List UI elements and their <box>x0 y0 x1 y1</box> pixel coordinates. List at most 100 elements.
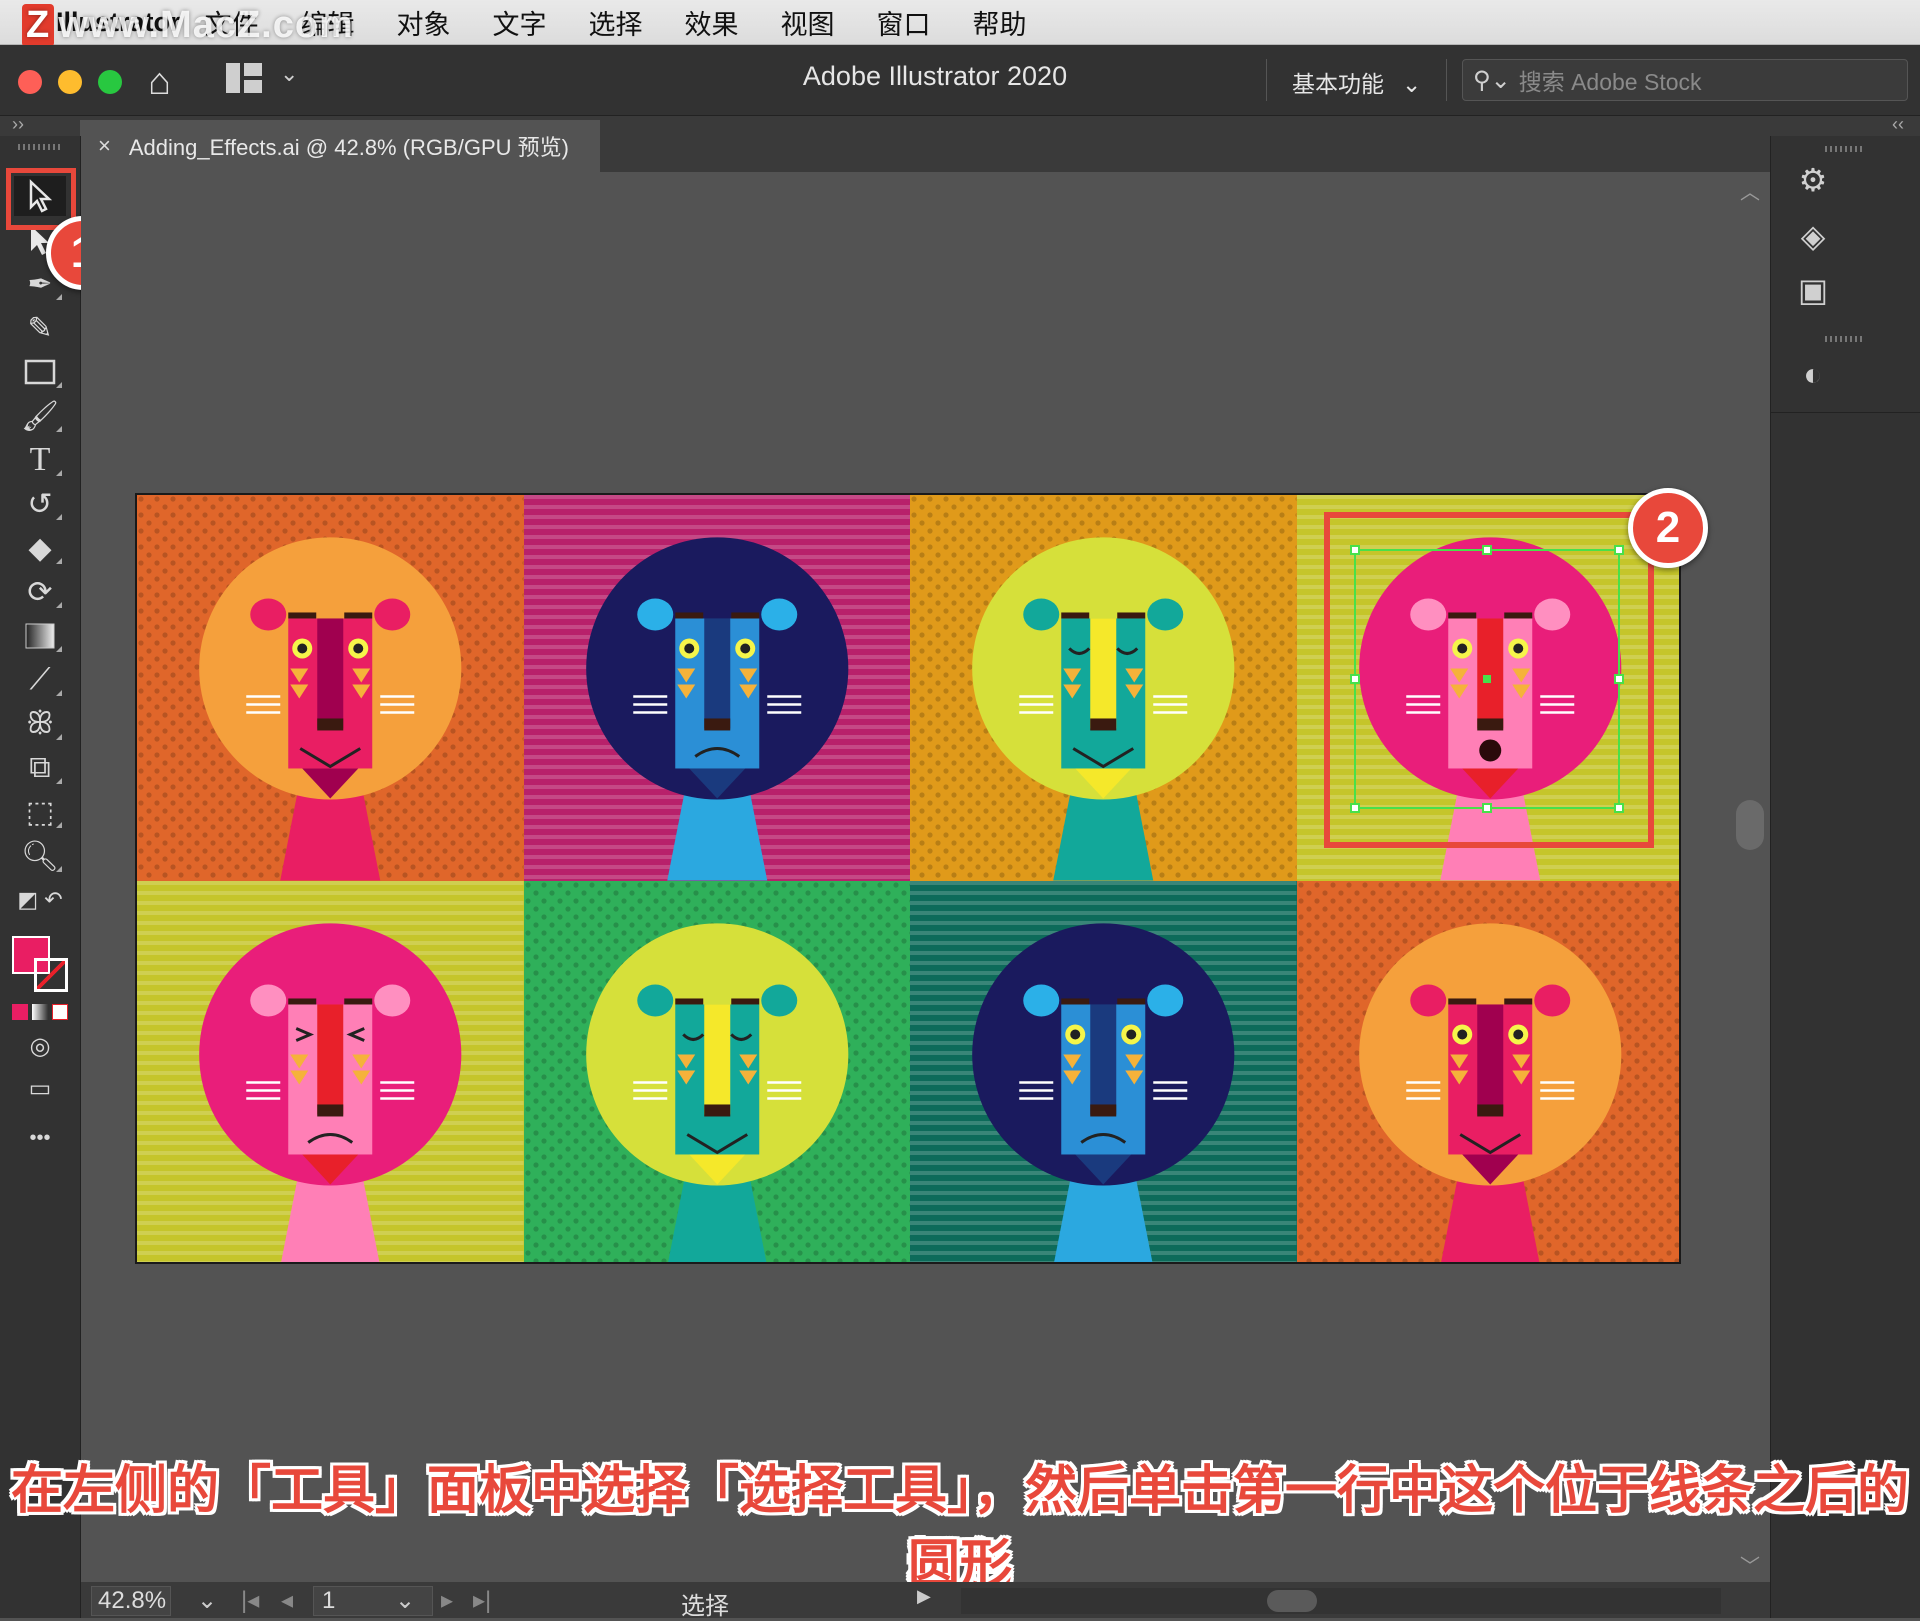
artboard-tool[interactable]: ⬚ <box>14 792 66 832</box>
artboard-icon: ⬚ <box>25 795 55 829</box>
zoom-level-field[interactable]: 42.8% <box>91 1586 171 1616</box>
close-window-button[interactable] <box>18 70 42 94</box>
edit-toolbar-button[interactable]: ••• <box>14 1118 66 1158</box>
expand-toolbar-icon[interactable]: ›› <box>12 114 24 135</box>
swap-fill-stroke[interactable]: ◩ ↶ <box>14 880 66 920</box>
lion-cell[interactable] <box>910 880 1297 1262</box>
fill-stroke-control[interactable] <box>12 936 72 994</box>
horizontal-scrollbar[interactable] <box>961 1588 1721 1614</box>
scroll-thumb[interactable] <box>1736 800 1764 850</box>
symbol-sprayer-icon: ꕥ <box>26 707 54 740</box>
default-colors-icon: ◩ ↶ <box>17 887 63 912</box>
gradient-mode-icon[interactable] <box>32 1004 48 1020</box>
document-tab-title: Adding_Effects.ai @ 42.8% (RGB/GPU 预览) <box>128 135 569 160</box>
type-icon: T <box>29 441 51 478</box>
lion-illustration <box>910 495 1297 881</box>
callout-badge-2: 2 <box>1628 488 1708 568</box>
curvature-tool[interactable]: ✎ <box>14 308 66 348</box>
dock-grip-2[interactable] <box>1825 336 1865 342</box>
workspace-switcher[interactable]: 基本功能 ⌄ <box>1292 65 1421 99</box>
menu-select[interactable]: 选择 <box>589 3 643 42</box>
pen-icon: ✒ <box>27 267 53 301</box>
properties-icon[interactable]: ⚙ <box>1789 160 1837 200</box>
watermark-text: www.MacZ.com <box>58 4 354 46</box>
rotate-icon: ↺ <box>27 487 53 521</box>
stroke-swatch[interactable] <box>34 958 68 992</box>
more-icon: ••• <box>29 1126 51 1149</box>
shape-builder-tool[interactable]: ⧉ <box>14 748 66 788</box>
color-mode-icon[interactable] <box>12 1004 28 1020</box>
eyedropper-tool[interactable]: ⟋ <box>14 660 66 700</box>
chevron-down-icon[interactable]: ⌄ <box>197 1586 217 1615</box>
scroll-up-icon[interactable]: ︿ <box>1740 176 1760 205</box>
color-theme-icon[interactable]: ◐ <box>1789 354 1837 394</box>
paintbrush-tool[interactable]: 🖌 <box>14 396 66 436</box>
play-icon[interactable]: ▶ <box>917 1586 931 1607</box>
menu-object[interactable]: 对象 <box>397 3 451 42</box>
right-panel-dock: ⚙ ◈ ▣ ◐ <box>1770 136 1920 1618</box>
divider <box>1266 59 1267 101</box>
menu-effect[interactable]: 效果 <box>685 3 739 42</box>
lion-illustration <box>137 495 524 881</box>
puppet-warp-tool[interactable]: ⟳ <box>14 572 66 612</box>
lion-cell[interactable] <box>137 495 524 881</box>
divider <box>1446 59 1447 101</box>
callout-highlight-pink-circle <box>1324 512 1654 848</box>
rotate-tool[interactable]: ↺ <box>14 484 66 524</box>
eraser-tool[interactable]: ◆ <box>14 528 66 568</box>
menu-view[interactable]: 视图 <box>781 3 835 42</box>
current-tool-status[interactable]: 选择 <box>681 1586 729 1621</box>
layers-icon[interactable]: ◈ <box>1789 216 1837 256</box>
symbol-sprayer-tool[interactable]: ꕥ <box>14 704 66 744</box>
previous-artboard-icon[interactable]: ◂ <box>281 1586 293 1615</box>
document-tab[interactable]: × Adding_Effects.ai @ 42.8% (RGB/GPU 预览) <box>80 120 600 172</box>
lion-illustration <box>523 880 910 1262</box>
lion-illustration <box>137 880 524 1262</box>
vertical-scrollbar[interactable]: ︿ ﹀ <box>1732 172 1770 1582</box>
type-tool[interactable]: T <box>14 440 66 480</box>
last-artboard-icon[interactable]: ▸| <box>473 1586 491 1615</box>
lion-cell[interactable] <box>523 880 910 1262</box>
color-mode-buttons[interactable] <box>12 1004 68 1020</box>
libraries-icon[interactable]: ▣ <box>1789 270 1837 310</box>
zoom-tool[interactable]: 🔍︎ <box>14 836 66 876</box>
lion-cell[interactable] <box>1296 880 1679 1262</box>
collapse-panels-icon[interactable]: ‹‹ <box>1892 114 1904 135</box>
puppet-warp-icon: ⟳ <box>27 575 53 609</box>
eyedropper-icon: ⟋ <box>29 663 51 696</box>
next-artboard-icon[interactable]: ▸ <box>441 1586 453 1615</box>
workspace-label: 基本功能 <box>1292 71 1384 97</box>
first-artboard-icon[interactable]: |◂ <box>241 1586 259 1615</box>
menu-type[interactable]: 文字 <box>493 3 547 42</box>
none-mode-icon[interactable] <box>52 1004 68 1020</box>
document-tab-bar: × Adding_Effects.ai @ 42.8% (RGB/GPU 预览) <box>80 116 1770 172</box>
lion-illustration <box>523 495 910 881</box>
gradient-icon <box>25 623 55 649</box>
menu-window[interactable]: 窗口 <box>877 3 931 42</box>
dock-grip[interactable] <box>1825 146 1865 152</box>
screen-mode[interactable]: ▭ <box>14 1068 66 1108</box>
draw-mode[interactable]: ◎ <box>14 1026 66 1066</box>
toolbar-grip[interactable] <box>18 144 60 150</box>
shape-builder-icon: ⧉ <box>29 751 51 784</box>
status-bar: 42.8% ⌄ |◂ ◂ 1 ⌄ ▸ ▸| 选择 ▶ <box>81 1582 1770 1621</box>
lion-cell[interactable] <box>523 495 910 881</box>
rectangle-tool[interactable] <box>14 352 66 392</box>
close-tab-icon[interactable]: × <box>98 133 111 159</box>
stock-search-input[interactable]: ⚲⌄ 搜索 Adobe Stock <box>1462 59 1908 101</box>
lion-cell[interactable] <box>910 495 1297 881</box>
minimize-window-button[interactable] <box>58 70 82 94</box>
horizontal-scroll-thumb[interactable] <box>1267 1590 1317 1612</box>
search-placeholder: 搜索 Adobe Stock <box>1518 69 1702 95</box>
paintbrush-icon: 🖌 <box>20 399 60 433</box>
zoom-icon: 🔍︎ <box>20 839 60 873</box>
rectangle-icon <box>24 359 56 385</box>
zoom-window-button[interactable] <box>98 70 122 94</box>
watermark-badge: Z <box>22 4 55 47</box>
divider <box>1771 412 1920 413</box>
chevron-down-icon[interactable]: ⌄ <box>395 1586 415 1615</box>
lion-illustration <box>910 880 1297 1262</box>
gradient-tool[interactable] <box>14 616 66 656</box>
lion-cell[interactable] <box>137 880 524 1262</box>
menu-help[interactable]: 帮助 <box>973 3 1027 42</box>
